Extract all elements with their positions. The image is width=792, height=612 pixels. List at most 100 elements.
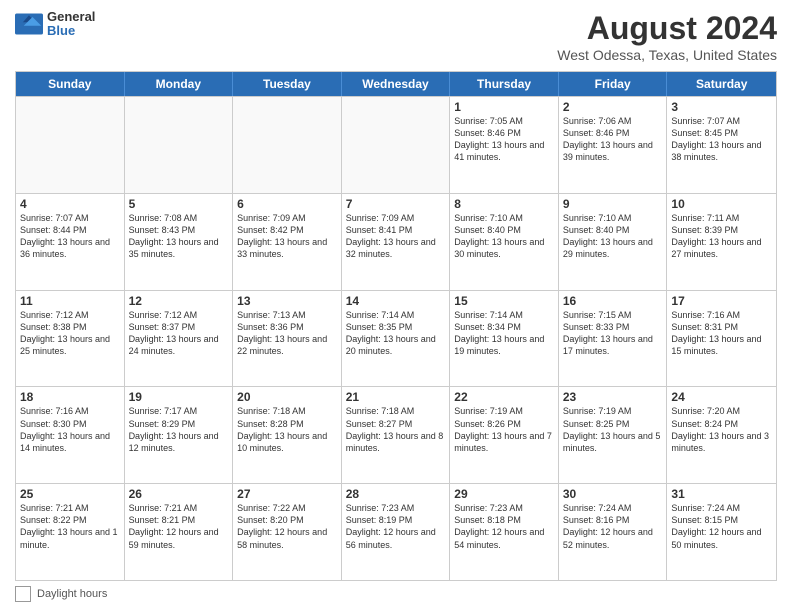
page: General Blue August 2024 West Odessa, Te… <box>0 0 792 612</box>
cell-info: Sunrise: 7:23 AMSunset: 8:19 PMDaylight:… <box>346 502 446 551</box>
cell-info: Sunrise: 7:19 AMSunset: 8:25 PMDaylight:… <box>563 405 663 454</box>
day-number: 31 <box>671 487 772 501</box>
calendar-cell: 2Sunrise: 7:06 AMSunset: 8:46 PMDaylight… <box>559 97 668 193</box>
day-number: 15 <box>454 294 554 308</box>
day-number: 5 <box>129 197 229 211</box>
calendar-cell: 17Sunrise: 7:16 AMSunset: 8:31 PMDayligh… <box>667 291 776 387</box>
cell-info: Sunrise: 7:22 AMSunset: 8:20 PMDaylight:… <box>237 502 337 551</box>
cell-info: Sunrise: 7:19 AMSunset: 8:26 PMDaylight:… <box>454 405 554 454</box>
logo-icon <box>15 10 43 38</box>
day-number: 24 <box>671 390 772 404</box>
cell-info: Sunrise: 7:24 AMSunset: 8:15 PMDaylight:… <box>671 502 772 551</box>
day-number: 13 <box>237 294 337 308</box>
footer-label: Daylight hours <box>37 588 107 600</box>
cell-info: Sunrise: 7:24 AMSunset: 8:16 PMDaylight:… <box>563 502 663 551</box>
calendar-header: SundayMondayTuesdayWednesdayThursdayFrid… <box>16 72 776 96</box>
cell-info: Sunrise: 7:10 AMSunset: 8:40 PMDaylight:… <box>563 212 663 261</box>
cell-info: Sunrise: 7:18 AMSunset: 8:27 PMDaylight:… <box>346 405 446 454</box>
day-number: 9 <box>563 197 663 211</box>
cell-info: Sunrise: 7:14 AMSunset: 8:35 PMDaylight:… <box>346 309 446 358</box>
day-number: 29 <box>454 487 554 501</box>
calendar-cell: 8Sunrise: 7:10 AMSunset: 8:40 PMDaylight… <box>450 194 559 290</box>
calendar-cell: 5Sunrise: 7:08 AMSunset: 8:43 PMDaylight… <box>125 194 234 290</box>
calendar-cell: 7Sunrise: 7:09 AMSunset: 8:41 PMDaylight… <box>342 194 451 290</box>
day-number: 14 <box>346 294 446 308</box>
header: General Blue August 2024 West Odessa, Te… <box>15 10 777 63</box>
cell-info: Sunrise: 7:17 AMSunset: 8:29 PMDaylight:… <box>129 405 229 454</box>
calendar-cell: 10Sunrise: 7:11 AMSunset: 8:39 PMDayligh… <box>667 194 776 290</box>
day-number: 25 <box>20 487 120 501</box>
cell-info: Sunrise: 7:13 AMSunset: 8:36 PMDaylight:… <box>237 309 337 358</box>
calendar-cell: 21Sunrise: 7:18 AMSunset: 8:27 PMDayligh… <box>342 387 451 483</box>
title-block: August 2024 West Odessa, Texas, United S… <box>557 10 777 63</box>
day-number: 27 <box>237 487 337 501</box>
day-number: 28 <box>346 487 446 501</box>
header-day-saturday: Saturday <box>667 72 776 96</box>
cell-info: Sunrise: 7:10 AMSunset: 8:40 PMDaylight:… <box>454 212 554 261</box>
calendar-cell: 31Sunrise: 7:24 AMSunset: 8:15 PMDayligh… <box>667 484 776 580</box>
calendar-row-2: 11Sunrise: 7:12 AMSunset: 8:38 PMDayligh… <box>16 290 776 387</box>
calendar: SundayMondayTuesdayWednesdayThursdayFrid… <box>15 71 777 581</box>
calendar-cell: 14Sunrise: 7:14 AMSunset: 8:35 PMDayligh… <box>342 291 451 387</box>
logo: General Blue <box>15 10 95 39</box>
day-number: 21 <box>346 390 446 404</box>
header-day-friday: Friday <box>559 72 668 96</box>
day-number: 22 <box>454 390 554 404</box>
day-number: 8 <box>454 197 554 211</box>
logo-text: General Blue <box>47 10 95 39</box>
cell-info: Sunrise: 7:21 AMSunset: 8:21 PMDaylight:… <box>129 502 229 551</box>
daylight-swatch <box>15 586 31 602</box>
calendar-cell: 26Sunrise: 7:21 AMSunset: 8:21 PMDayligh… <box>125 484 234 580</box>
calendar-cell: 18Sunrise: 7:16 AMSunset: 8:30 PMDayligh… <box>16 387 125 483</box>
calendar-body: 1Sunrise: 7:05 AMSunset: 8:46 PMDaylight… <box>16 96 776 580</box>
day-number: 11 <box>20 294 120 308</box>
calendar-cell: 1Sunrise: 7:05 AMSunset: 8:46 PMDaylight… <box>450 97 559 193</box>
calendar-cell: 15Sunrise: 7:14 AMSunset: 8:34 PMDayligh… <box>450 291 559 387</box>
header-day-wednesday: Wednesday <box>342 72 451 96</box>
cell-info: Sunrise: 7:05 AMSunset: 8:46 PMDaylight:… <box>454 115 554 164</box>
page-title: August 2024 <box>557 10 777 47</box>
calendar-cell: 23Sunrise: 7:19 AMSunset: 8:25 PMDayligh… <box>559 387 668 483</box>
calendar-row-0: 1Sunrise: 7:05 AMSunset: 8:46 PMDaylight… <box>16 96 776 193</box>
logo-blue: Blue <box>47 24 95 38</box>
day-number: 30 <box>563 487 663 501</box>
day-number: 3 <box>671 100 772 114</box>
day-number: 6 <box>237 197 337 211</box>
cell-info: Sunrise: 7:14 AMSunset: 8:34 PMDaylight:… <box>454 309 554 358</box>
cell-info: Sunrise: 7:12 AMSunset: 8:37 PMDaylight:… <box>129 309 229 358</box>
cell-info: Sunrise: 7:07 AMSunset: 8:45 PMDaylight:… <box>671 115 772 164</box>
day-number: 4 <box>20 197 120 211</box>
calendar-row-3: 18Sunrise: 7:16 AMSunset: 8:30 PMDayligh… <box>16 386 776 483</box>
day-number: 23 <box>563 390 663 404</box>
calendar-cell: 22Sunrise: 7:19 AMSunset: 8:26 PMDayligh… <box>450 387 559 483</box>
cell-info: Sunrise: 7:09 AMSunset: 8:41 PMDaylight:… <box>346 212 446 261</box>
day-number: 7 <box>346 197 446 211</box>
header-day-thursday: Thursday <box>450 72 559 96</box>
cell-info: Sunrise: 7:15 AMSunset: 8:33 PMDaylight:… <box>563 309 663 358</box>
header-day-monday: Monday <box>125 72 234 96</box>
day-number: 26 <box>129 487 229 501</box>
header-day-tuesday: Tuesday <box>233 72 342 96</box>
calendar-cell: 12Sunrise: 7:12 AMSunset: 8:37 PMDayligh… <box>125 291 234 387</box>
page-subtitle: West Odessa, Texas, United States <box>557 47 777 63</box>
day-number: 18 <box>20 390 120 404</box>
calendar-cell: 27Sunrise: 7:22 AMSunset: 8:20 PMDayligh… <box>233 484 342 580</box>
cell-info: Sunrise: 7:06 AMSunset: 8:46 PMDaylight:… <box>563 115 663 164</box>
calendar-cell: 11Sunrise: 7:12 AMSunset: 8:38 PMDayligh… <box>16 291 125 387</box>
cell-info: Sunrise: 7:07 AMSunset: 8:44 PMDaylight:… <box>20 212 120 261</box>
calendar-cell: 29Sunrise: 7:23 AMSunset: 8:18 PMDayligh… <box>450 484 559 580</box>
day-number: 1 <box>454 100 554 114</box>
calendar-cell: 20Sunrise: 7:18 AMSunset: 8:28 PMDayligh… <box>233 387 342 483</box>
calendar-cell: 6Sunrise: 7:09 AMSunset: 8:42 PMDaylight… <box>233 194 342 290</box>
day-number: 19 <box>129 390 229 404</box>
cell-info: Sunrise: 7:21 AMSunset: 8:22 PMDaylight:… <box>20 502 120 551</box>
logo-general: General <box>47 10 95 24</box>
day-number: 12 <box>129 294 229 308</box>
calendar-cell: 28Sunrise: 7:23 AMSunset: 8:19 PMDayligh… <box>342 484 451 580</box>
calendar-cell: 13Sunrise: 7:13 AMSunset: 8:36 PMDayligh… <box>233 291 342 387</box>
cell-info: Sunrise: 7:09 AMSunset: 8:42 PMDaylight:… <box>237 212 337 261</box>
calendar-cell: 24Sunrise: 7:20 AMSunset: 8:24 PMDayligh… <box>667 387 776 483</box>
cell-info: Sunrise: 7:16 AMSunset: 8:31 PMDaylight:… <box>671 309 772 358</box>
cell-info: Sunrise: 7:20 AMSunset: 8:24 PMDaylight:… <box>671 405 772 454</box>
calendar-cell <box>16 97 125 193</box>
